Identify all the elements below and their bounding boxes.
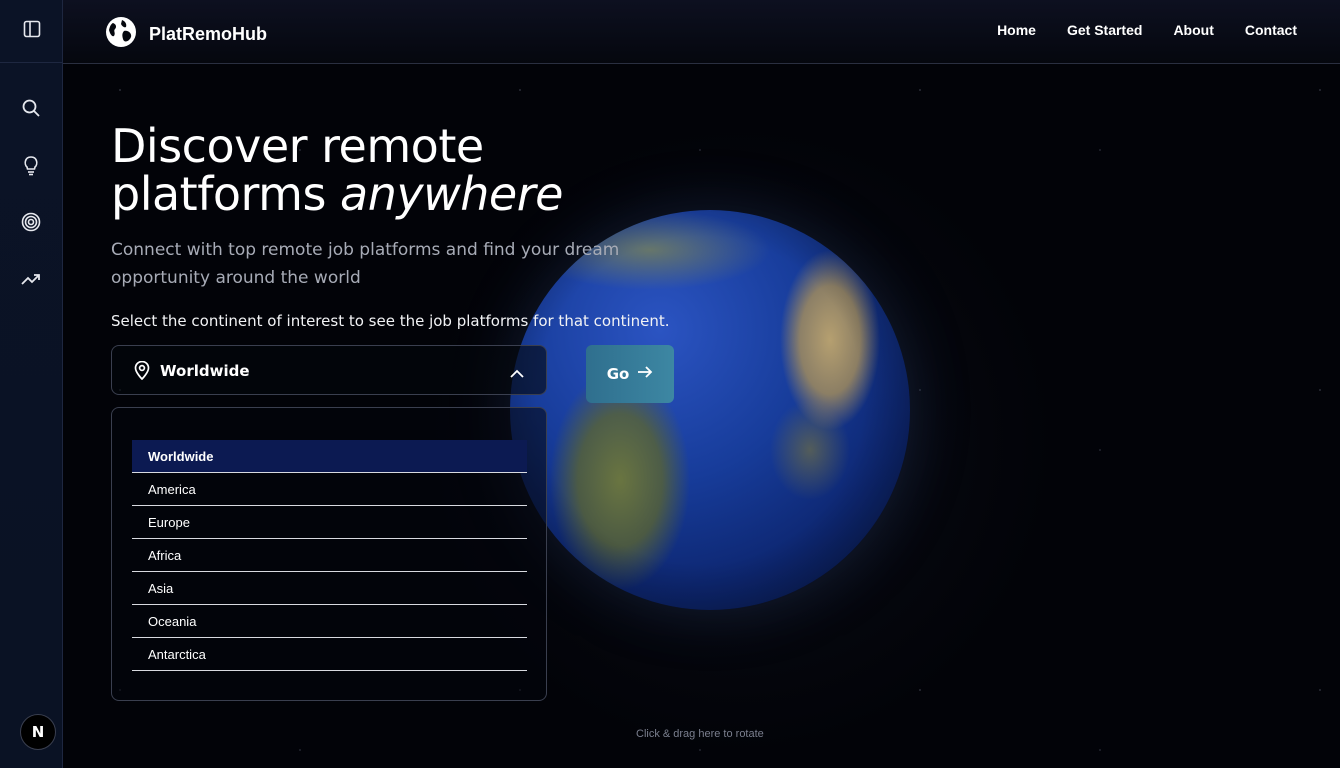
arrow-right-icon — [637, 365, 653, 383]
rotate-hint: Click & drag here to rotate — [636, 728, 764, 740]
user-avatar[interactable]: N — [20, 714, 56, 750]
hero-title-plain: platforms — [111, 167, 326, 221]
continent-instruction: Select the continent of interest to see … — [111, 312, 670, 330]
go-label: Go — [606, 365, 630, 383]
hero-title-italic: anywhere — [340, 167, 563, 221]
nav-contact[interactable]: Contact — [1245, 22, 1297, 38]
brand-logo[interactable]: PlatRemoHub — [105, 16, 267, 52]
target-icon — [21, 212, 41, 236]
top-header: PlatRemoHub Home Get Started About Conta… — [63, 0, 1340, 64]
lightbulb-icon — [21, 154, 41, 180]
option-europe[interactable]: Europe — [132, 506, 527, 539]
nav-home[interactable]: Home — [997, 22, 1036, 38]
hero-title: Discover remote platforms anywhere — [111, 122, 563, 218]
panel-toggle-button[interactable] — [0, 0, 63, 63]
option-oceania[interactable]: Oceania — [132, 605, 527, 638]
option-antarctica[interactable]: Antarctica — [132, 638, 527, 671]
goals-button[interactable] — [20, 212, 42, 236]
continent-options: Worldwide America Europe Africa Asia Oce… — [132, 440, 527, 671]
map-pin-icon — [134, 360, 150, 384]
chevron-up-icon — [510, 363, 524, 382]
brand-name: PlatRemoHub — [149, 23, 268, 44]
option-worldwide[interactable]: Worldwide — [132, 440, 527, 473]
option-asia[interactable]: Asia — [132, 572, 527, 605]
main-nav: Home Get Started About Contact — [997, 22, 1297, 38]
panel-toggle-icon — [23, 20, 41, 42]
hero-subtitle: Connect with top remote job platforms an… — [111, 240, 620, 288]
nav-get-started[interactable]: Get Started — [1067, 22, 1142, 38]
search-icon — [21, 98, 41, 122]
trending-up-icon — [21, 271, 41, 291]
selected-continent: Worldwide — [160, 362, 250, 380]
ideas-button[interactable] — [20, 156, 42, 178]
trends-button[interactable] — [20, 270, 42, 292]
continent-dropdown: Worldwide America Europe Africa Asia Oce… — [111, 407, 547, 701]
option-america[interactable]: America — [132, 473, 527, 506]
search-button[interactable] — [20, 99, 42, 121]
globe-logo-icon — [105, 16, 137, 52]
go-button[interactable]: Go — [586, 345, 674, 403]
continent-select[interactable]: Worldwide — [111, 345, 547, 395]
option-africa[interactable]: Africa — [132, 539, 527, 572]
sidebar: N — [0, 0, 63, 768]
nav-about[interactable]: About — [1173, 22, 1213, 38]
avatar-letter: N — [31, 723, 45, 741]
hero-title-line1: Discover remote — [111, 119, 484, 173]
